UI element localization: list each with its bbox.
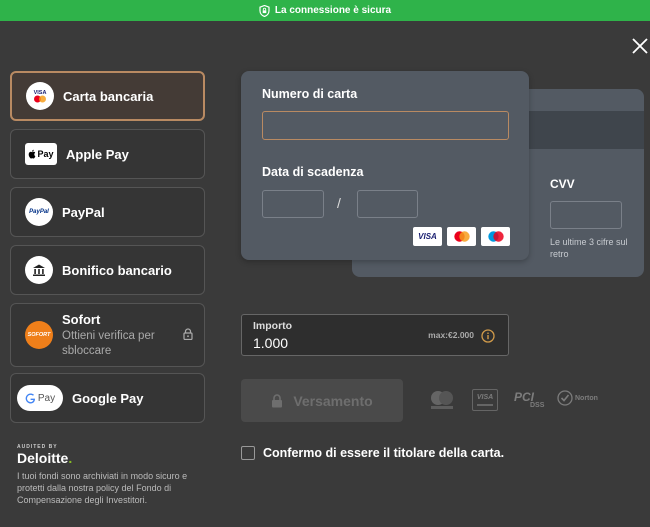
mastercard-icon	[447, 227, 476, 246]
cvv-hint: Le ultime 3 cifre sul retro	[550, 237, 628, 259]
lock-icon	[183, 328, 193, 340]
amount-label: Importo	[253, 320, 293, 332]
apple-pay-badge: Pay	[25, 143, 57, 165]
card-number-input[interactable]	[262, 111, 509, 140]
apple-icon	[29, 149, 36, 159]
method-sublabel: Ottieni verifica per sbloccare	[62, 329, 155, 357]
norton-secured-logo: Norton	[557, 390, 598, 406]
visa-mastercard-icon: VISA	[26, 82, 54, 110]
maestro-icon	[481, 227, 510, 246]
cvv-input[interactable]	[550, 201, 622, 229]
card-front: Numero di carta Data di scadenza / VISA	[241, 71, 529, 260]
policy-text: I tuoi fondi sono archiviati in modo sic…	[17, 471, 188, 505]
confirm-checkbox[interactable]	[241, 446, 255, 460]
mastercard-securecode-logo	[431, 391, 453, 409]
method-carta-bancaria[interactable]: VISA Carta bancaria	[10, 71, 205, 121]
pci-dss-logo: PCI DSS	[514, 390, 545, 409]
deposit-button[interactable]: Versamento	[241, 379, 403, 422]
paypal-icon: PayPal	[25, 198, 53, 226]
confirm-cardholder[interactable]: Confermo di essere il titolare della car…	[241, 446, 504, 460]
secure-connection-text: La connessione è sicura	[274, 5, 392, 16]
shield-lock-icon	[259, 4, 270, 17]
info-icon[interactable]	[481, 329, 495, 343]
method-bonifico-bancario[interactable]: Bonifico bancario	[10, 245, 205, 295]
expiry-separator: /	[337, 195, 341, 211]
method-paypal[interactable]: PayPal PayPal	[10, 187, 205, 237]
expiry-year-input[interactable]	[357, 190, 418, 218]
sofort-icon: SOFORT	[25, 321, 53, 349]
method-label: Bonifico bancario	[62, 262, 172, 278]
amount-value: 1.000	[253, 335, 289, 351]
close-icon[interactable]	[630, 36, 650, 56]
amount-max: max:€2.000	[428, 330, 474, 340]
method-label: Google Pay	[72, 390, 144, 406]
card-number-label: Numero di carta	[262, 87, 358, 101]
google-icon	[25, 393, 35, 403]
verified-by-visa-logo: VISA	[472, 389, 498, 411]
card-brands: VISA	[413, 227, 510, 246]
method-apple-pay[interactable]: Pay Apple Pay	[10, 129, 205, 179]
expiry-month-input[interactable]	[262, 190, 324, 218]
lock-icon	[272, 393, 283, 407]
cvv-label: CVV	[550, 177, 575, 191]
method-label: Sofort	[62, 311, 101, 327]
secure-connection-bar: La connessione è sicura	[0, 0, 650, 21]
expiry-label: Data di scadenza	[262, 165, 364, 179]
method-google-pay[interactable]: Pay Google Pay	[10, 373, 205, 423]
amount-field[interactable]: Importo 1.000 max:€2.000	[241, 314, 509, 356]
confirm-label: Confermo di essere il titolare della car…	[263, 446, 505, 460]
method-label: Apple Pay	[66, 146, 129, 162]
svg-text:VISA: VISA	[34, 90, 47, 96]
method-label: PayPal	[62, 204, 105, 220]
method-sofort[interactable]: SOFORT Sofort Ottieni verifica per sbloc…	[10, 303, 205, 367]
method-label: Carta bancaria	[63, 88, 154, 104]
visa-icon: VISA	[413, 227, 442, 246]
bank-icon	[25, 256, 53, 284]
google-pay-badge: Pay	[17, 385, 63, 411]
deloitte-logo: Deloitte.	[17, 450, 73, 466]
